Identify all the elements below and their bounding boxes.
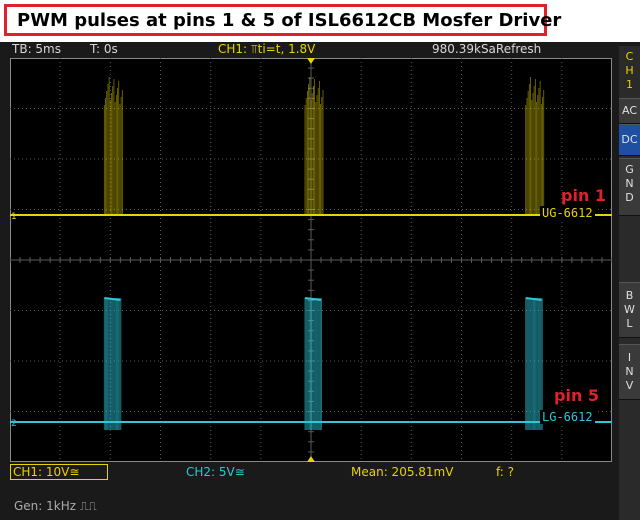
banner-title: PWM pulses at pins 1 & 5 of ISL6612CB Mo… bbox=[17, 9, 562, 31]
ch1-scale-readout[interactable]: CH1: 10V≅ bbox=[10, 464, 109, 480]
sidebar-channel-c: C bbox=[625, 50, 634, 63]
ch1-trace-name: UG-6612 bbox=[540, 206, 595, 220]
bottom-readout-bar: CH1: 10V≅ CH2: 5V≅ Mean: 205.81mV f: ? bbox=[0, 463, 620, 483]
generator-readout: Gen: 1kHz ⎍⎍ bbox=[14, 499, 97, 513]
banner-frame: PWM pulses at pins 1 & 5 of ISL6612CB Mo… bbox=[4, 4, 561, 36]
sidebar-channel-1: 1 bbox=[626, 78, 633, 91]
footer-bar: Gen: 1kHz ⎍⎍ bbox=[0, 496, 620, 520]
timebase-readout[interactable]: TB: 5ms bbox=[12, 42, 61, 56]
pin1-label: pin 1 bbox=[561, 186, 607, 205]
sidebar-button-inv[interactable]: I N V bbox=[619, 344, 640, 400]
ch2-trace-name: LG-6612 bbox=[540, 410, 595, 424]
sidebar-channel-h: H bbox=[625, 64, 634, 77]
trigger-marker-bottom bbox=[307, 456, 315, 462]
banner: PWM pulses at pins 1 & 5 of ISL6612CB Mo… bbox=[0, 0, 640, 42]
sidebar-button-dc[interactable]: DC bbox=[619, 124, 640, 156]
ch2-ground-marker: 2 bbox=[11, 419, 17, 429]
ch2-scale-readout[interactable]: CH2: 5V≅ bbox=[186, 465, 245, 479]
scope-svg: 12 bbox=[9, 57, 613, 463]
sidebar-button-ac[interactable]: AC bbox=[619, 98, 640, 124]
trigger-marker-top bbox=[307, 58, 315, 64]
trigger-time-readout[interactable]: T: 0s bbox=[90, 42, 118, 56]
pin5-label: pin 5 bbox=[554, 386, 600, 405]
sidebar-button-bwl[interactable]: B W L bbox=[619, 282, 640, 338]
frequency-readout: f: ? bbox=[496, 465, 515, 479]
scope-display: 12 pin 1 UG-6612 pin 5 LG-6612 bbox=[9, 57, 613, 463]
trigger-info-readout[interactable]: CH1: ⫪ti=t, 1.8V bbox=[218, 42, 315, 57]
status-bar: TB: 5ms T: 0s CH1: ⫪ti=t, 1.8V 980.39kSa… bbox=[0, 42, 620, 58]
channel-sidebar: C H 1 AC DC G N D B W L I N V bbox=[619, 46, 640, 520]
mean-readout: Mean: 205.81mV bbox=[351, 465, 454, 479]
sidebar-button-gnd[interactable]: G N D bbox=[619, 158, 640, 216]
ch1-ground-marker: 1 bbox=[11, 212, 17, 222]
sample-rate-readout: 980.39kSaRefresh bbox=[432, 42, 542, 56]
